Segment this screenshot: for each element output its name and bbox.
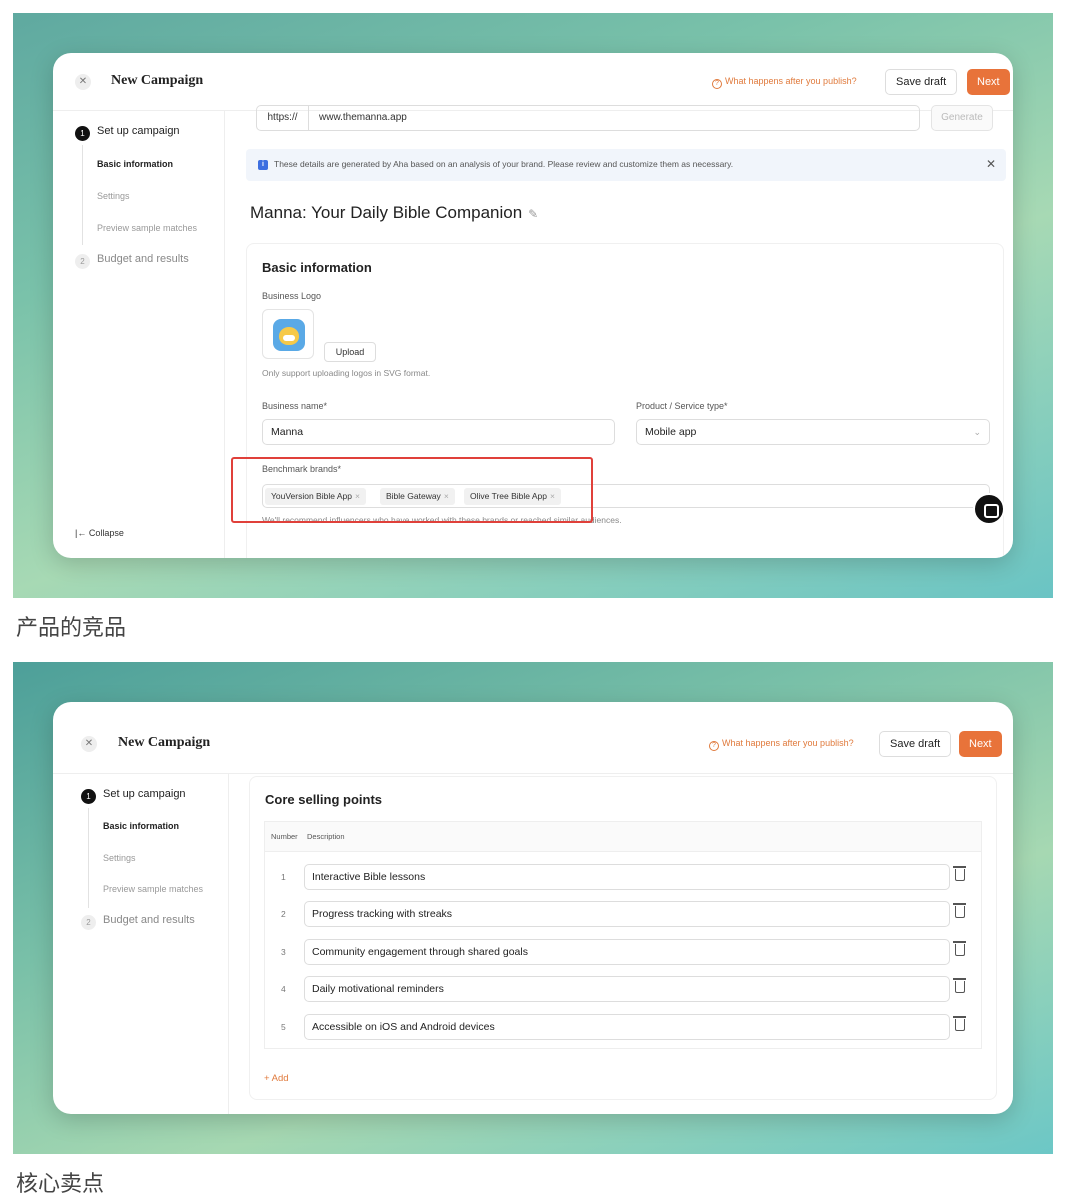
substep-settings[interactable]: Settings xyxy=(97,191,130,201)
info-icon: i xyxy=(258,160,268,170)
product-type-value: Mobile app xyxy=(645,426,697,438)
upload-button[interactable]: Upload xyxy=(324,342,376,362)
table-header: Number Description xyxy=(264,821,982,851)
step-set-up-campaign[interactable]: 1 Set up campaign xyxy=(75,125,180,141)
row-number: 1 xyxy=(281,872,286,882)
selling-point-input[interactable]: Daily motivational reminders xyxy=(304,976,950,1002)
trash-icon[interactable] xyxy=(953,866,966,881)
close-icon[interactable]: ✕ xyxy=(81,736,97,752)
business-name-field[interactable]: Manna xyxy=(262,419,615,445)
substep-basic-information[interactable]: Basic information xyxy=(103,821,179,831)
chat-support-icon[interactable] xyxy=(973,493,1005,525)
add-selling-point-button[interactable]: + Add xyxy=(264,1073,289,1084)
substep-settings[interactable]: Settings xyxy=(103,853,136,863)
section-title: Core selling points xyxy=(265,792,383,807)
step-number: 1 xyxy=(81,789,96,804)
trash-icon[interactable] xyxy=(953,903,966,918)
step-label: Budget and results xyxy=(103,914,195,926)
row-number: 2 xyxy=(281,909,286,919)
next-button[interactable]: Next xyxy=(967,69,1010,95)
campaign-title-text: Manna: Your Daily Bible Companion xyxy=(250,203,523,222)
save-draft-button[interactable]: Save draft xyxy=(885,69,958,95)
publish-help-label: What happens after you publish? xyxy=(722,738,854,748)
top-header: ✕ New Campaign ? What happens after you p… xyxy=(53,53,1013,111)
row-number: 4 xyxy=(281,984,286,994)
app-window: ✕ New Campaign ? What happens after you p… xyxy=(53,702,1013,1114)
business-logo xyxy=(262,309,314,359)
url-prefix: https:// xyxy=(257,106,309,130)
screenshot-panel-selling-points: ✕ New Campaign ? What happens after you p… xyxy=(13,662,1053,1154)
app-window: ✕ New Campaign ? What happens after you p… xyxy=(53,53,1013,558)
step-number: 2 xyxy=(75,254,90,269)
step-connector xyxy=(82,145,83,245)
highlight-annotation-box xyxy=(231,457,593,523)
sidebar: 1 Set up campaign Basic information Setti… xyxy=(53,111,225,558)
sidebar: 1 Set up campaign Basic information Setti… xyxy=(53,774,229,1114)
page-title-header: New Campaign xyxy=(111,73,204,88)
collapse-icon: |← xyxy=(75,528,89,538)
collapse-button[interactable]: |← Collapse xyxy=(75,528,124,538)
publish-help-label: What happens after you publish? xyxy=(725,76,857,86)
save-draft-button[interactable]: Save draft xyxy=(879,731,952,757)
logo-help-text: Only support uploading logos in SVG form… xyxy=(262,368,431,378)
selling-points-table: 1 Interactive Bible lessons 2 Progress t… xyxy=(264,851,982,1049)
business-name-label: Business name* xyxy=(262,401,328,411)
next-button[interactable]: Next xyxy=(959,731,1002,757)
step-set-up-campaign[interactable]: 1 Set up campaign xyxy=(81,788,186,804)
notice-text: These details are generated by Aha based… xyxy=(274,159,734,169)
column-header-number: Number xyxy=(271,832,298,841)
caption-competitors: 产品的竞品 xyxy=(16,616,127,641)
info-notice: i These details are generated by Aha bas… xyxy=(246,149,1006,181)
core-selling-points-section: Core selling points Number Description 1… xyxy=(249,776,997,1100)
step-label: Set up campaign xyxy=(97,125,180,137)
edit-pencil-icon[interactable]: ✎ xyxy=(528,207,538,221)
publish-help-link[interactable]: ? What happens after you publish? xyxy=(712,76,857,89)
substep-preview-sample-matches[interactable]: Preview sample matches xyxy=(97,223,197,233)
substep-preview-sample-matches[interactable]: Preview sample matches xyxy=(103,884,203,894)
selling-point-input[interactable]: Accessible on iOS and Android devices xyxy=(304,1014,950,1040)
close-notice-icon[interactable]: ✕ xyxy=(986,157,996,171)
step-number: 2 xyxy=(81,915,96,930)
question-icon: ? xyxy=(712,79,722,89)
screenshot-panel-benchmark: ✕ New Campaign ? What happens after you p… xyxy=(13,13,1053,598)
url-value: www.themanna.app xyxy=(319,112,407,123)
step-label: Set up campaign xyxy=(103,788,186,800)
trash-icon[interactable] xyxy=(953,941,966,956)
collapse-label: Collapse xyxy=(88,528,124,538)
selling-point-input[interactable]: Progress tracking with streaks xyxy=(304,901,950,927)
trash-icon[interactable] xyxy=(953,1016,966,1031)
table-row: 3 Community engagement through shared go… xyxy=(265,935,983,972)
table-row: 4 Daily motivational reminders xyxy=(265,972,983,1009)
trash-icon[interactable] xyxy=(953,978,966,993)
business-logo-label: Business Logo xyxy=(262,291,322,301)
step-connector xyxy=(88,808,89,908)
table-row: 5 Accessible on iOS and Android devices xyxy=(265,1010,983,1047)
product-type-select[interactable]: Mobile app ⌄ xyxy=(636,419,990,445)
step-budget-and-results[interactable]: 2 Budget and results xyxy=(75,253,189,269)
product-type-label: Product / Service type* xyxy=(636,401,728,411)
selling-point-input[interactable]: Interactive Bible lessons xyxy=(304,864,950,890)
generate-button[interactable]: Generate xyxy=(931,105,993,131)
selling-point-input[interactable]: Community engagement through shared goal… xyxy=(304,939,950,965)
manna-logo-icon xyxy=(273,319,305,351)
row-number: 5 xyxy=(281,1022,286,1032)
campaign-title: Manna: Your Daily Bible Companion ✎ xyxy=(250,203,538,223)
step-budget-and-results[interactable]: 2 Budget and results xyxy=(81,914,195,930)
section-title: Basic information xyxy=(262,260,372,275)
substep-basic-information[interactable]: Basic information xyxy=(97,159,173,169)
publish-help-link[interactable]: ? What happens after you publish? xyxy=(709,738,854,751)
row-number: 3 xyxy=(281,947,286,957)
chevron-down-icon: ⌄ xyxy=(973,427,981,437)
page-title-header: New Campaign xyxy=(118,735,211,750)
close-icon[interactable]: ✕ xyxy=(75,74,91,90)
table-row: 1 Interactive Bible lessons xyxy=(265,860,983,897)
top-header: ✕ New Campaign ? What happens after you p… xyxy=(53,702,1013,774)
step-label: Budget and results xyxy=(97,253,189,265)
table-row: 2 Progress tracking with streaks xyxy=(265,897,983,934)
column-header-description: Description xyxy=(307,832,345,841)
website-url-input[interactable]: https:// www.themanna.app xyxy=(256,105,920,131)
step-number: 1 xyxy=(75,126,90,141)
question-icon: ? xyxy=(709,741,719,751)
caption-core-selling-points: 核心卖点 xyxy=(16,1172,105,1197)
